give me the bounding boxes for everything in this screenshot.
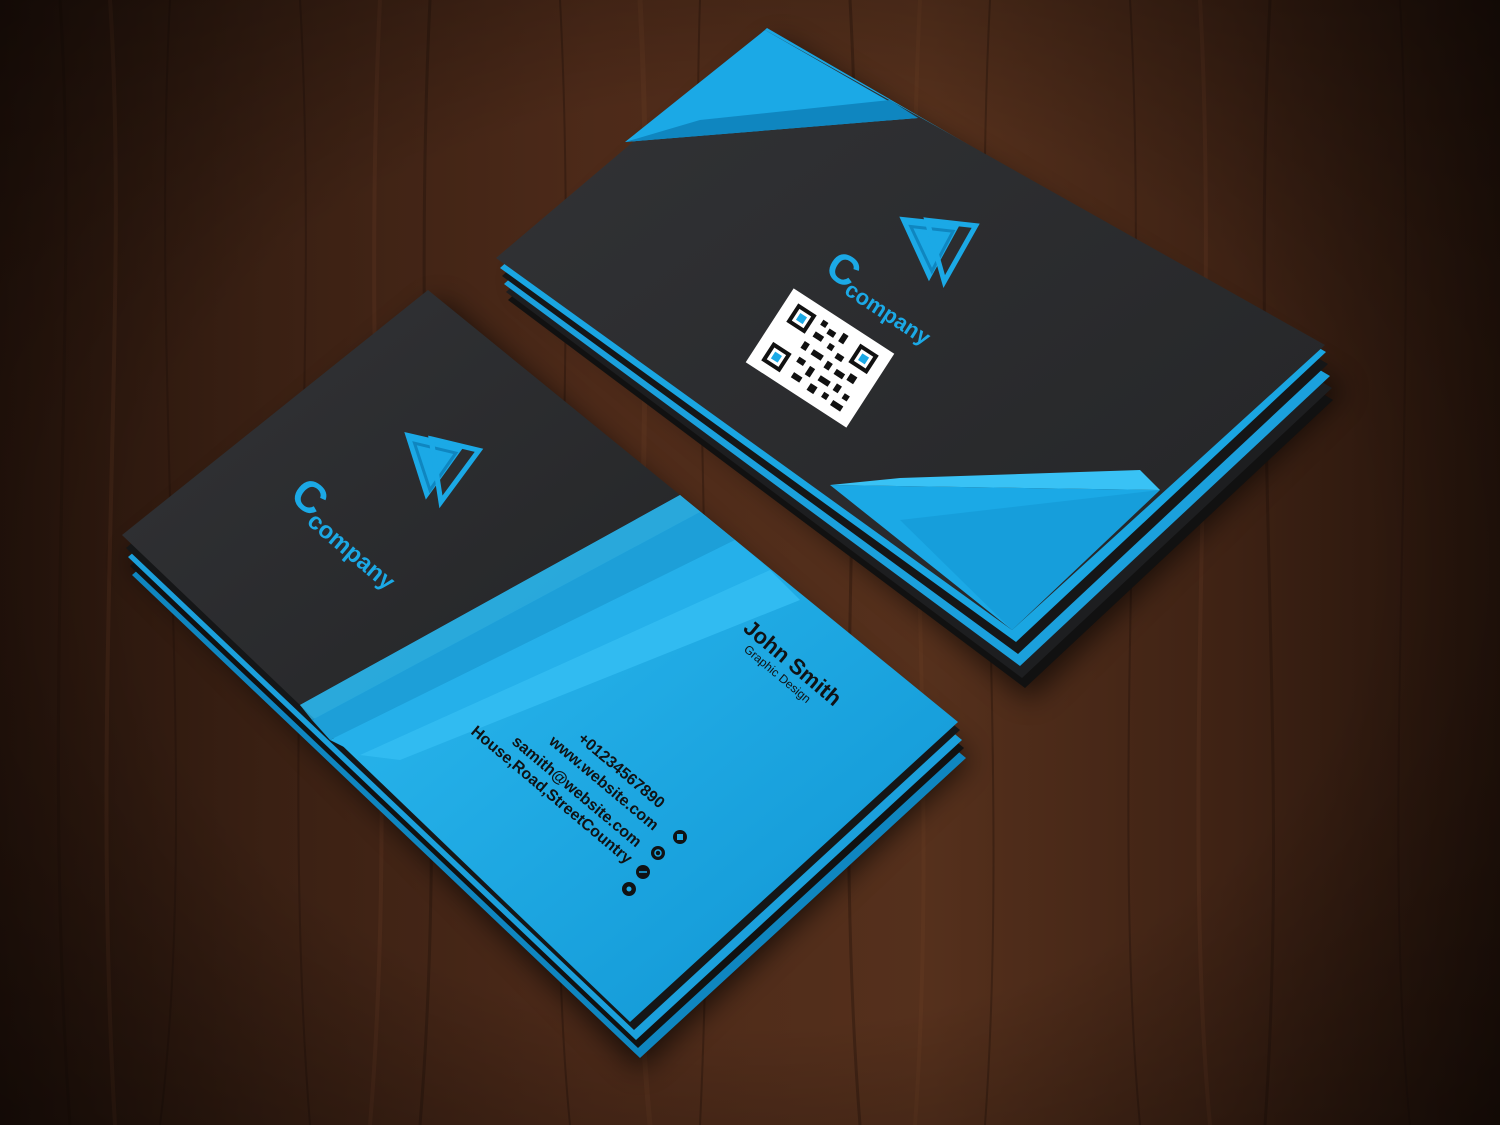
location-pin-icon	[622, 882, 636, 896]
business-card-mockup-scene: C company C company John Smith Graphic D…	[0, 0, 1500, 1125]
at-icon	[636, 865, 650, 879]
phone-icon	[673, 830, 687, 844]
globe-icon	[651, 846, 665, 860]
